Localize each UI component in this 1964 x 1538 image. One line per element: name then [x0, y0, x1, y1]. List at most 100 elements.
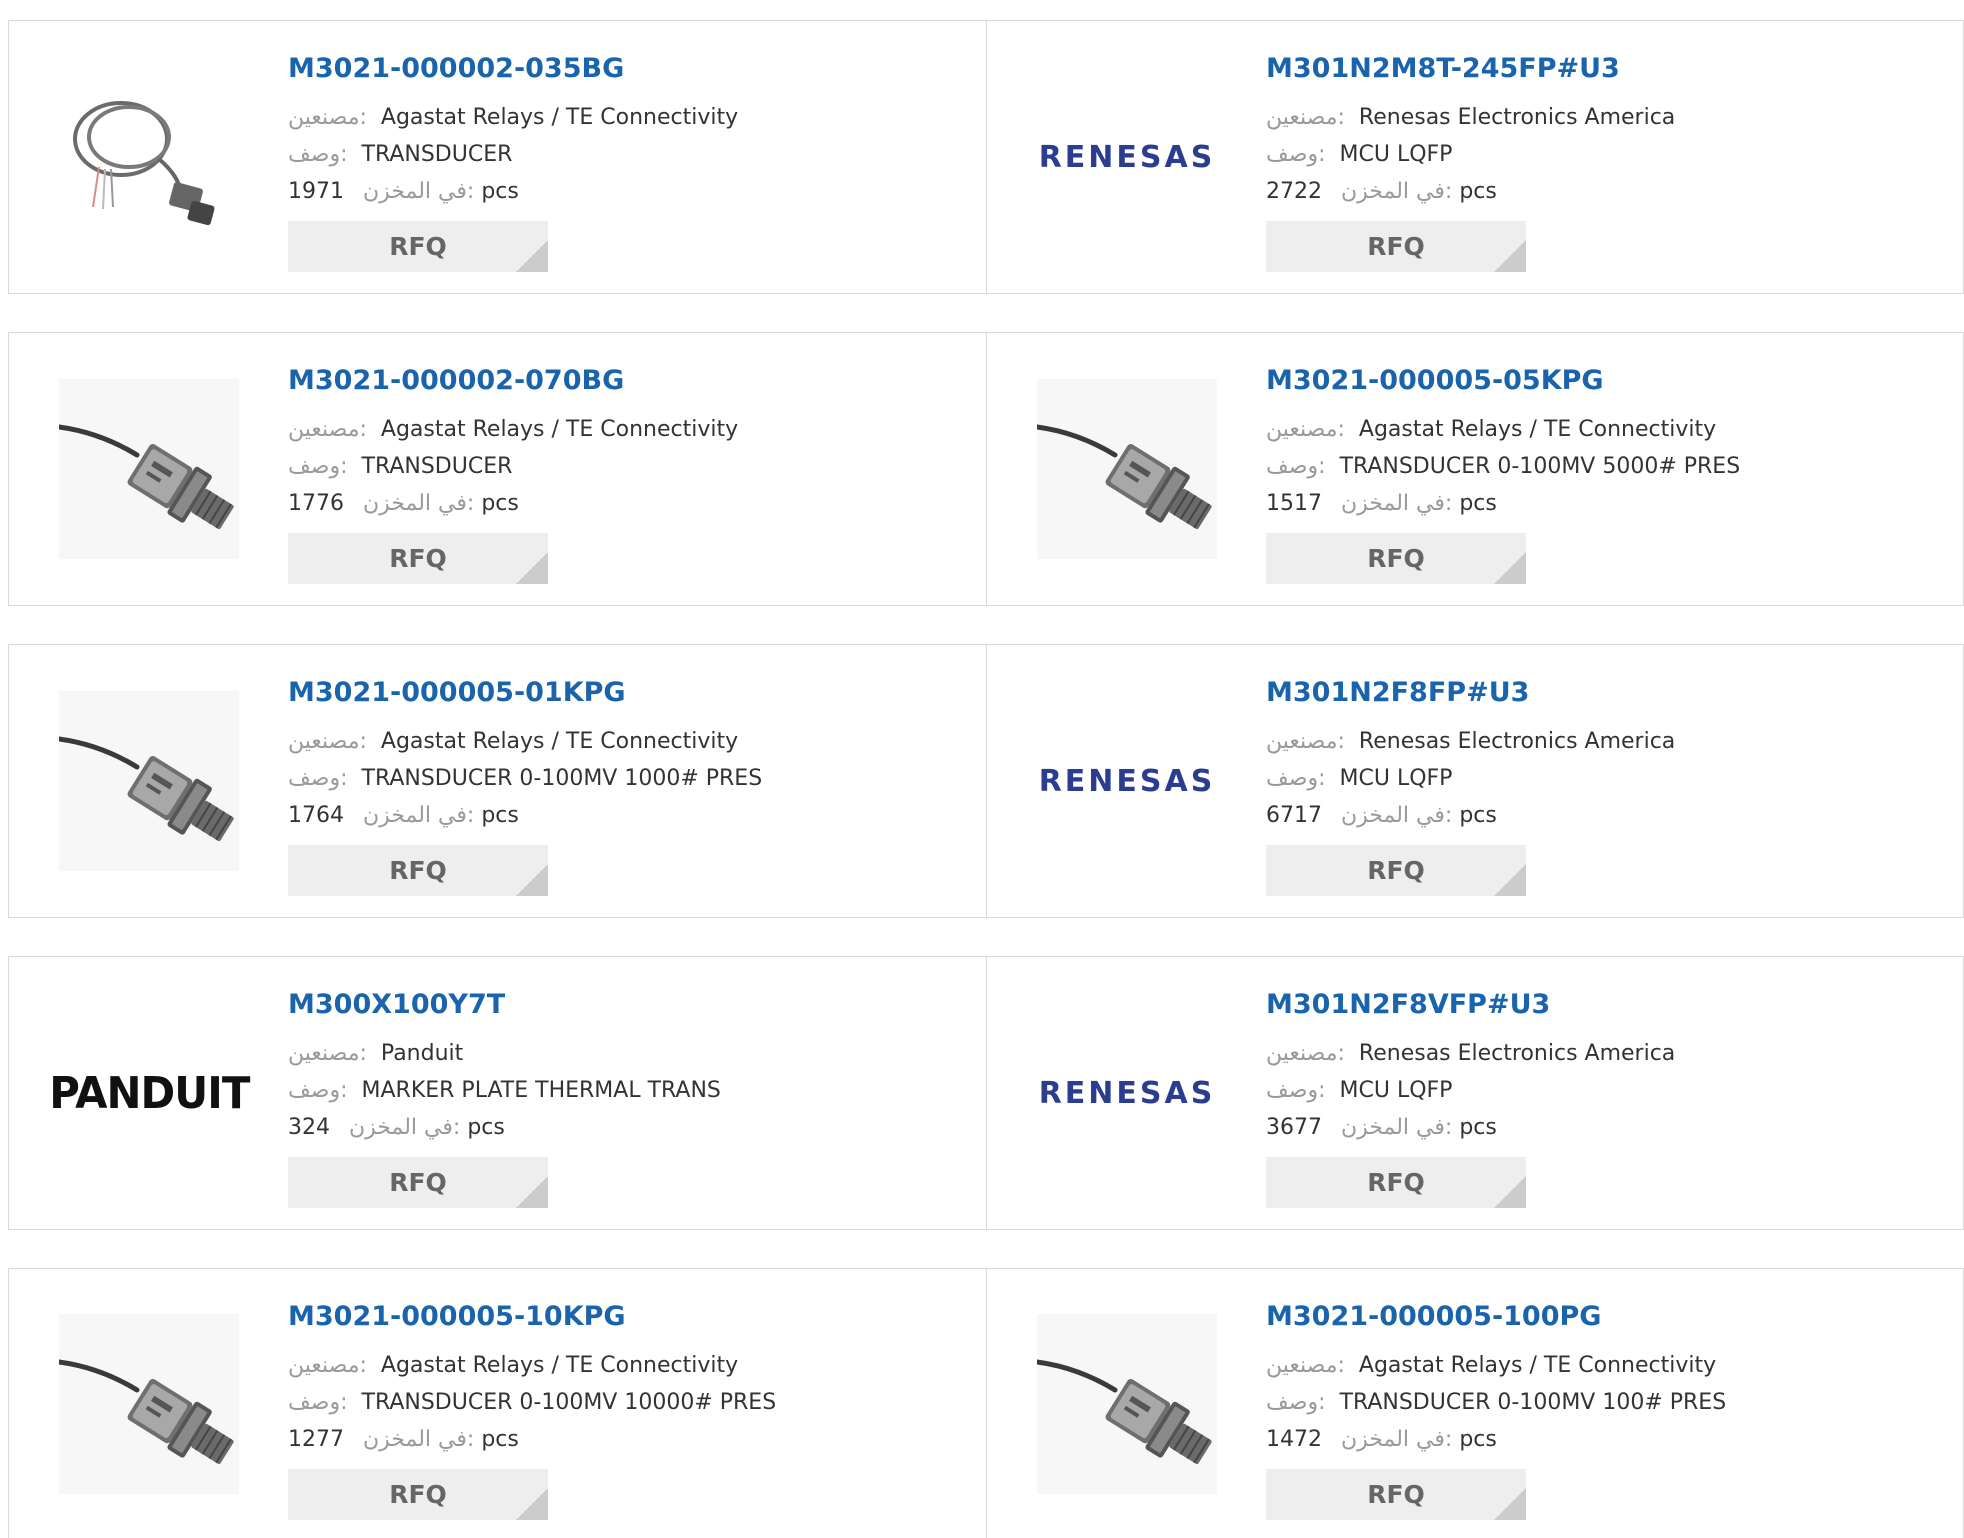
part-number-link[interactable]: M300X100Y7T — [288, 987, 948, 1023]
product-grid: M3021-000002-035BG مصنعين: Agastat Relays … — [0, 0, 1964, 1538]
description-line: وصف: MCU LQFP — [1266, 760, 1926, 797]
manufacturer-line: مصنعين: Agastat Relays / TE Connectivity — [288, 1347, 948, 1384]
product-info: M3021-000005-100PG مصنعين: Agastat Relays … — [1266, 1299, 1926, 1520]
product-card: M3021-000005-01KPG مصنعين: Agastat Relays … — [9, 645, 986, 917]
rfq-button[interactable]: RFQ — [288, 845, 548, 896]
rfq-button[interactable]: RFQ — [1266, 1157, 1526, 1208]
stock-line: 1517 في المخزن: pcs — [1266, 485, 1926, 522]
description-label: وصف: — [1266, 454, 1326, 479]
stock-label: في المخزن: — [1341, 491, 1453, 516]
product-thumbnail[interactable]: RENESAS — [1027, 681, 1227, 881]
part-number-link[interactable]: M3021-000005-01KPG — [288, 675, 948, 711]
product-card: M3021-000005-100PG مصنعين: Agastat Relays … — [986, 1269, 1963, 1538]
rfq-button[interactable]: RFQ — [288, 1469, 548, 1520]
rfq-button[interactable]: RFQ — [1266, 1469, 1526, 1520]
product-card: RENESAS M301N2F8VFP#U3 مصنعين: Renesas Elec… — [986, 957, 1963, 1229]
description-line: وصف: TRANSDUCER 0-100MV 5000# PRES — [1266, 448, 1926, 485]
stock-label: في المخزن: — [1341, 803, 1453, 828]
description-value: MARKER PLATE THERMAL TRANS — [361, 1078, 721, 1103]
stock-value: 1776 — [288, 491, 344, 516]
manufacturer-line: مصنعين: Panduit — [288, 1035, 948, 1072]
product-row: M3021-000005-10KPG مصنعين: Agastat Relays … — [8, 1268, 1964, 1538]
rfq-button[interactable]: RFQ — [288, 1157, 548, 1208]
stock-line: 3677 في المخزن: pcs — [1266, 1109, 1926, 1146]
part-number-link[interactable]: M301N2F8VFP#U3 — [1266, 987, 1926, 1023]
description-label: وصف: — [288, 766, 348, 791]
manufacturer-label: مصنعين: — [1266, 1041, 1345, 1066]
stock-label: في المخزن: — [1341, 179, 1453, 204]
corner-triangle-icon — [516, 552, 548, 584]
description-line: وصف: TRANSDUCER — [288, 136, 948, 173]
part-number-link[interactable]: M301N2M8T-245FP#U3 — [1266, 51, 1926, 87]
product-thumbnail[interactable]: RENESAS — [1027, 57, 1227, 257]
description-value: TRANSDUCER 0-100MV 1000# PRES — [361, 766, 763, 791]
manufacturer-value: Agastat Relays / TE Connectivity — [380, 105, 739, 130]
product-thumbnail[interactable] — [1027, 1304, 1227, 1504]
rfq-button[interactable]: RFQ — [1266, 845, 1526, 896]
renesas-logo: RENESAS — [1038, 139, 1216, 175]
description-line: وصف: TRANSDUCER 0-100MV 1000# PRES — [288, 760, 948, 797]
rfq-label: RFQ — [389, 232, 447, 261]
rfq-label: RFQ — [1367, 232, 1425, 261]
description-label: وصف: — [288, 142, 348, 167]
description-label: وصف: — [288, 1078, 348, 1103]
pressure-sensor-image — [59, 691, 239, 871]
manufacturer-value: Agastat Relays / TE Connectivity — [380, 417, 739, 442]
part-number-link[interactable]: M3021-000005-10KPG — [288, 1299, 948, 1335]
rfq-label: RFQ — [389, 544, 447, 573]
description-value: TRANSDUCER — [361, 142, 513, 167]
product-info: M300X100Y7T مصنعين: Panduit وصف: MARKER PLAT… — [288, 987, 948, 1208]
product-info: M3021-000005-10KPG مصنعين: Agastat Relays … — [288, 1299, 948, 1520]
manufacturer-value: Panduit — [380, 1041, 464, 1066]
stock-value: 6717 — [1266, 803, 1322, 828]
product-info: M3021-000005-01KPG مصنعين: Agastat Relays … — [288, 675, 948, 896]
description-value: TRANSDUCER 0-100MV 5000# PRES — [1339, 454, 1741, 479]
rfq-button[interactable]: RFQ — [1266, 221, 1526, 272]
corner-triangle-icon — [516, 1176, 548, 1208]
stock-value: 1971 — [288, 179, 344, 204]
description-line: وصف: TRANSDUCER 0-100MV 100# PRES — [1266, 1384, 1926, 1421]
coiled-sensor-image — [59, 67, 239, 247]
stock-value: 324 — [288, 1115, 330, 1140]
product-info: M301N2F8VFP#U3 مصنعين: Renesas Electronics… — [1266, 987, 1926, 1208]
stock-line: 1776 في المخزن: pcs — [288, 485, 948, 522]
pressure-sensor-image — [59, 1314, 239, 1494]
corner-triangle-icon — [1494, 864, 1526, 896]
manufacturer-label: مصنعين: — [288, 1041, 367, 1066]
description-line: وصف: MARKER PLATE THERMAL TRANS — [288, 1072, 948, 1109]
description-value: MCU LQFP — [1339, 1078, 1453, 1103]
stock-unit: pcs — [481, 179, 519, 204]
description-value: MCU LQFP — [1339, 766, 1453, 791]
rfq-button[interactable]: RFQ — [1266, 533, 1526, 584]
stock-value: 3677 — [1266, 1115, 1322, 1140]
renesas-logo: RENESAS — [1038, 763, 1216, 799]
stock-value: 1517 — [1266, 491, 1322, 516]
product-card: M3021-000005-10KPG مصنعين: Agastat Relays … — [9, 1269, 986, 1538]
part-number-link[interactable]: M3021-000005-05KPG — [1266, 363, 1926, 399]
part-number-link[interactable]: M3021-000002-035BG — [288, 51, 948, 87]
part-number-link[interactable]: M3021-000005-100PG — [1266, 1299, 1926, 1335]
rfq-button[interactable]: RFQ — [288, 221, 548, 272]
part-number-link[interactable]: M301N2F8FP#U3 — [1266, 675, 1926, 711]
product-thumbnail[interactable] — [49, 681, 249, 881]
product-thumbnail[interactable] — [49, 369, 249, 569]
description-label: وصف: — [1266, 1390, 1326, 1415]
product-thumbnail[interactable]: RENESAS — [1027, 993, 1227, 1193]
rfq-button[interactable]: RFQ — [288, 533, 548, 584]
product-thumbnail[interactable] — [49, 1304, 249, 1504]
product-thumbnail[interactable] — [49, 57, 249, 257]
stock-value: 2722 — [1266, 179, 1322, 204]
description-label: وصف: — [1266, 766, 1326, 791]
manufacturer-line: مصنعين: Agastat Relays / TE Connectivity — [1266, 411, 1926, 448]
stock-unit: pcs — [1459, 1427, 1497, 1452]
manufacturer-line: مصنعين: Agastat Relays / TE Connectivity — [288, 411, 948, 448]
product-info: M3021-000002-070BG مصنعين: Agastat Relays … — [288, 363, 948, 584]
product-thumbnail[interactable]: PANDUIT — [49, 993, 250, 1193]
manufacturer-label: مصنعين: — [288, 417, 367, 442]
stock-line: 6717 في المخزن: pcs — [1266, 797, 1926, 834]
stock-unit: pcs — [1459, 179, 1497, 204]
part-number-link[interactable]: M3021-000002-070BG — [288, 363, 948, 399]
stock-unit: pcs — [481, 491, 519, 516]
product-thumbnail[interactable] — [1027, 369, 1227, 569]
corner-triangle-icon — [516, 1488, 548, 1520]
